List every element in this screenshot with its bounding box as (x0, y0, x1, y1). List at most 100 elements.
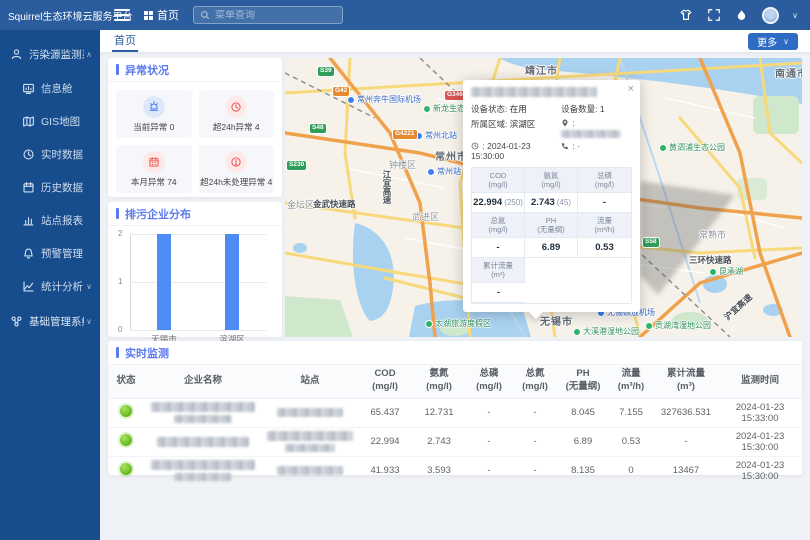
more-button[interactable]: 更多 ∨ (748, 33, 798, 50)
brand-title: Squirrel生态环境云服务平台 (0, 8, 100, 23)
metric-value: 0.53 (578, 238, 631, 258)
column-header-监测时间: 监测时间 (718, 365, 802, 398)
device-count: 设备数量: 1 (561, 103, 632, 115)
fullscreen-icon[interactable] (706, 8, 721, 23)
table-row-0[interactable]: 65.43712.731--8.0457.155327636.5312024-0… (108, 398, 802, 427)
metric-empty-cell (525, 258, 631, 303)
chart-panel-title: 排污企业分布 (108, 202, 282, 226)
metric-header: 流量(m³/h) (578, 213, 631, 238)
company-name-redacted (144, 427, 262, 456)
realtime-table: 状态企业名称站点COD(mg/l)氨氮(mg/l)总磷(mg/l)总氮(mg/l… (108, 365, 802, 486)
sidebar-item-0-1[interactable]: GIS地图 (0, 105, 100, 138)
bar-chart: 210 (130, 234, 272, 330)
user-avatar[interactable] (762, 7, 779, 24)
device-address: : (561, 118, 632, 138)
abnormal-card-2[interactable]: 本月异常 74 (116, 145, 192, 193)
realtime-icon (22, 148, 35, 161)
location-pin-icon (561, 119, 569, 127)
map-popup: × 设备状态: 在用 设备数量: 1 所属区域: 滨湖区 : : 2024-01… (463, 80, 640, 312)
top-bar: Squirrel生态环境云服务平台 首页 ∨ (0, 0, 810, 30)
sidebar-item-0-0[interactable]: 信息舱 (0, 72, 100, 105)
monitor-time: 2024-01-23 15:33:00 (718, 398, 802, 427)
bar-滨湖区 (225, 234, 239, 330)
clock-icon (225, 96, 247, 118)
phone-icon (561, 142, 569, 150)
flame-icon[interactable] (734, 8, 749, 23)
status-dot-normal (120, 405, 132, 417)
metric-cell: - (654, 427, 718, 456)
theme-skin-icon[interactable] (678, 8, 693, 23)
column-header-总氮: 总氮(mg/l) (512, 365, 558, 398)
station-name-redacted (262, 456, 358, 485)
sidebar-item-0-6[interactable]: 统计分析∨ (0, 270, 100, 303)
popup-title-redacted (471, 87, 597, 97)
hamburger-menu-icon[interactable] (114, 9, 130, 21)
popup-metrics-table: COD(mg/l)氨氮(mg/l)总磷(mg/l)22.994(250)2.74… (471, 167, 632, 304)
bar-无锡市 (157, 234, 171, 330)
more-label: 更多 (757, 34, 777, 49)
metric-cell: - (466, 427, 512, 456)
history-icon (22, 181, 35, 194)
metric-cell: 3.593 (412, 456, 466, 485)
alarm-icon (143, 96, 165, 118)
device-datetime: : 2024-01-23 15:30:00 (471, 141, 561, 161)
column-header-COD: COD(mg/l) (358, 365, 412, 398)
sidebar-group-1[interactable]: 基础管理系统∨ (0, 303, 100, 339)
station-name-redacted (262, 427, 358, 456)
company-name-redacted (144, 398, 262, 427)
sidebar-item-0-3[interactable]: 历史数据 (0, 171, 100, 204)
search-input[interactable] (215, 10, 336, 21)
metric-header: COD(mg/l) (472, 168, 525, 193)
metric-cell: 327636.531 (654, 398, 718, 427)
chevron-down-icon: ∨ (783, 37, 789, 46)
dashboard-icon (22, 82, 35, 95)
chevron-down-icon: ∨ (86, 317, 92, 326)
tab-strip: 首页 更多 ∨ (100, 30, 810, 53)
chevron-up-icon: ∧ (86, 50, 92, 59)
abnormal-card-3[interactable]: 超24h未处理异常 4 (199, 145, 275, 193)
table-row-2[interactable]: 41.9333.593--8.1350134672024-01-23 15:30… (108, 456, 802, 485)
map[interactable]: 靖江市南通市常州市钟楼区武进区金坛区金武快速路无锡市滨湖区常熟市三环快速路江宜高… (285, 58, 802, 337)
column-header-氨氮: 氨氮(mg/l) (412, 365, 466, 398)
status-dot-normal (120, 463, 132, 475)
device-phone: : · (561, 141, 632, 161)
abnormal-card-1[interactable]: 超24h异常 4 (199, 90, 275, 138)
chevron-down-icon[interactable]: ∨ (792, 11, 798, 20)
enterprise-distribution-panel: 排污企业分布 210 无锡市滨湖区 (108, 202, 282, 337)
metric-cell: 22.994 (358, 427, 412, 456)
metric-value: - (578, 193, 631, 213)
column-header-累计流量: 累计流量(m³) (654, 365, 718, 398)
metric-cell: - (466, 398, 512, 427)
chevron-down-icon: ∨ (86, 282, 92, 291)
table-row-1[interactable]: 22.9942.743--6.890.53-2024-01-23 15:30:0… (108, 427, 802, 456)
metric-header: 累计流量(m³) (472, 258, 525, 283)
abnormal-status-panel: 异常状况 当前异常 0超24h异常 4本月异常 74超24h未处理异常 4 (108, 58, 282, 197)
device-status: 设备状态: 在用 (471, 103, 561, 115)
abnormal-card-0[interactable]: 当前异常 0 (116, 90, 192, 138)
metric-cell: - (512, 427, 558, 456)
sidebar-item-0-5[interactable]: 预警管理 (0, 237, 100, 270)
metric-cell: 13467 (654, 456, 718, 485)
menu-search[interactable] (193, 6, 343, 24)
monitor-time: 2024-01-23 15:30:00 (718, 456, 802, 485)
close-icon[interactable]: × (628, 83, 634, 95)
sidebar-item-0-2[interactable]: 实时数据 (0, 138, 100, 171)
search-icon (200, 10, 210, 20)
sidebar-item-0-4[interactable]: 站点报表 (0, 204, 100, 237)
warning-icon (225, 151, 247, 173)
metric-cell: - (512, 398, 558, 427)
metric-cell: 8.045 (558, 398, 608, 427)
company-name-redacted (144, 456, 262, 485)
stats-icon (22, 280, 35, 293)
sidebar-menu: 污染源监测系统∧信息舱GIS地图实时数据历史数据站点报表预警管理统计分析∨基础管… (0, 30, 100, 540)
metric-cell: - (512, 456, 558, 485)
calendar-icon (143, 151, 165, 173)
metric-value: 22.994(250) (472, 193, 525, 213)
sidebar-group-0[interactable]: 污染源监测系统∧ (0, 36, 100, 72)
tab-home[interactable]: 首页 (112, 30, 138, 52)
metric-cell: 6.89 (558, 427, 608, 456)
metric-header: 氨氮(mg/l) (525, 168, 578, 193)
column-header-状态: 状态 (108, 365, 144, 398)
metric-cell: 12.731 (412, 398, 466, 427)
home-nav[interactable]: 首页 (144, 7, 179, 23)
